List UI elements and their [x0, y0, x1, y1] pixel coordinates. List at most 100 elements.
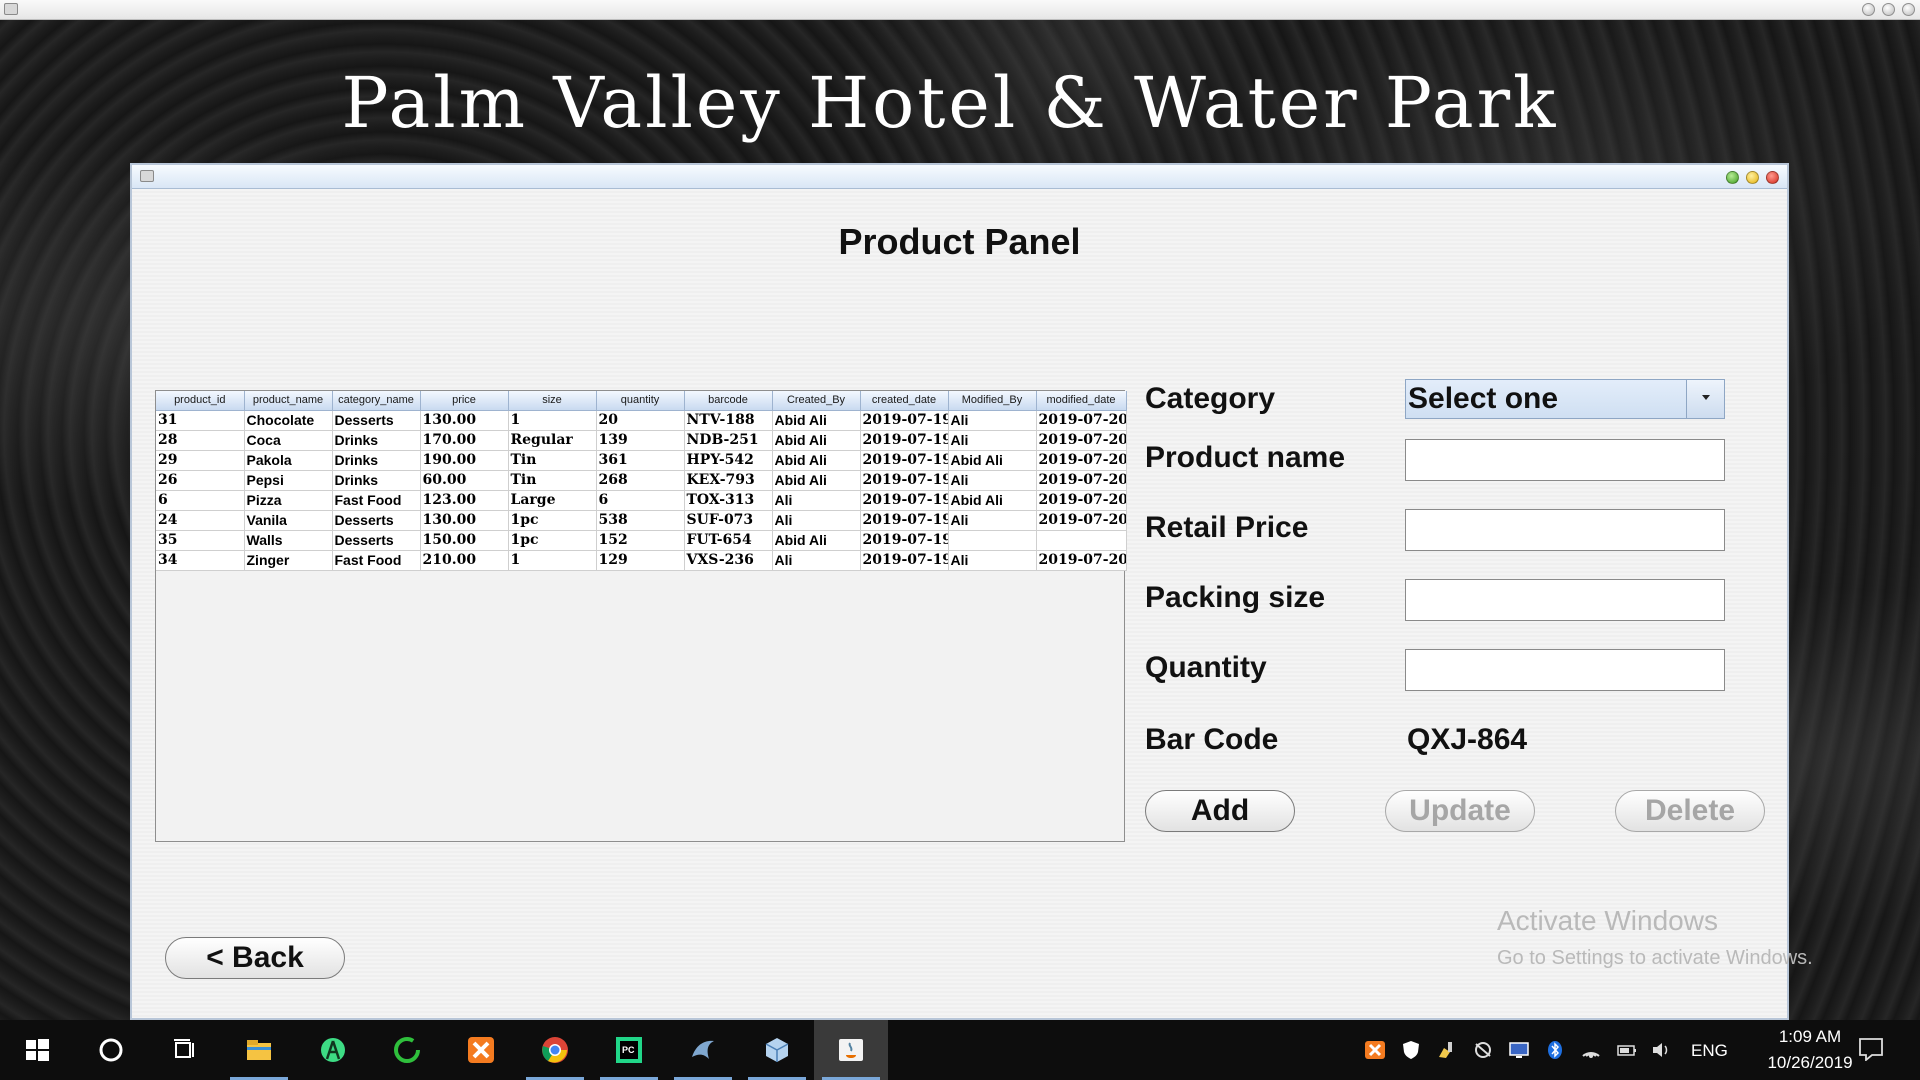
column-header-quantity[interactable]: quantity: [596, 391, 685, 411]
table-cell: 170.00: [420, 430, 509, 451]
table-header-row: product_id product_name category_name pr…: [156, 391, 1127, 411]
cortana-button[interactable]: [74, 1020, 148, 1080]
java-icon: [839, 1039, 863, 1061]
column-header-category-name[interactable]: category_name: [332, 391, 421, 411]
table-cell: NTV-188: [684, 410, 773, 431]
back-button[interactable]: < Back: [165, 937, 345, 979]
table-cell: Desserts: [332, 530, 421, 551]
pycharm-icon: PC: [616, 1037, 642, 1063]
file-explorer-icon: [247, 1040, 271, 1060]
table-cell: Drinks: [332, 430, 421, 451]
table-cell: 35: [156, 530, 245, 551]
android-studio-icon: [321, 1038, 345, 1062]
taskbar-app-file-explorer[interactable]: [222, 1020, 296, 1080]
table-cell: 2019-07-20: [1036, 510, 1127, 531]
category-select[interactable]: Select one: [1405, 379, 1725, 419]
table-cell: Abid Ali: [772, 410, 861, 431]
table-cell: HPY-542: [684, 450, 773, 471]
task-view-button[interactable]: [148, 1020, 222, 1080]
maximize-icon[interactable]: [1882, 3, 1895, 16]
table-row[interactable]: 28 Coca Drinks 170.00 Regular 139 NDB-25…: [156, 430, 1127, 451]
update-button[interactable]: Update: [1385, 790, 1535, 832]
chevron-down-icon[interactable]: [1686, 380, 1724, 418]
taskbar-app-virtualbox[interactable]: [740, 1020, 814, 1080]
table-cell: 190.00: [420, 450, 509, 471]
table-cell: 2019-07-19: [860, 510, 949, 531]
column-header-product-name[interactable]: product_name: [244, 391, 333, 411]
taskbar-app-android-studio[interactable]: [296, 1020, 370, 1080]
column-header-modified-by[interactable]: Modified_By: [948, 391, 1037, 411]
table-cell: Abid Ali: [948, 490, 1037, 511]
shield-icon[interactable]: [1400, 1040, 1422, 1060]
table-cell: 20: [596, 410, 685, 431]
packing-size-field[interactable]: [1405, 579, 1725, 621]
table-cell: Ali: [948, 510, 1037, 531]
taskbar-app-java[interactable]: [814, 1020, 888, 1080]
table-cell: 2019-07-20: [1036, 450, 1127, 471]
column-header-barcode[interactable]: barcode: [684, 391, 773, 411]
table-row[interactable]: 26 Pepsi Drinks 60.00 Tin 268 KEX-793 Ab…: [156, 470, 1127, 491]
wifi-icon[interactable]: [1580, 1040, 1602, 1060]
retail-price-label: Retail Price: [1145, 511, 1309, 544]
start-button[interactable]: [0, 1020, 74, 1080]
battery-icon[interactable]: [1616, 1040, 1638, 1060]
table-cell: Vanila: [244, 510, 333, 531]
delete-button[interactable]: Delete: [1615, 790, 1765, 832]
table-cell: Chocolate: [244, 410, 333, 431]
table-cell: Large: [508, 490, 597, 511]
page-title: Product Panel: [838, 221, 1081, 262]
bluetooth-icon[interactable]: [1544, 1040, 1566, 1060]
table-row[interactable]: 31 Chocolate Desserts 130.00 1 20 NTV-18…: [156, 410, 1127, 431]
notification-icon[interactable]: [1858, 1037, 1884, 1061]
table-cell: 2019-07-19: [860, 450, 949, 471]
taskbar-app-refresh[interactable]: [370, 1020, 444, 1080]
taskbar-app-xampp[interactable]: [444, 1020, 518, 1080]
table-row[interactable]: 6 Pizza Fast Food 123.00 Large 6 TOX-313…: [156, 490, 1127, 511]
java-app-icon: [140, 170, 154, 182]
taskbar-app-chrome[interactable]: [518, 1020, 592, 1080]
table-cell: Desserts: [332, 510, 421, 531]
taskbar-app-mysql-workbench[interactable]: [666, 1020, 740, 1080]
table-cell: 538: [596, 510, 685, 531]
volume-icon[interactable]: [1650, 1040, 1672, 1060]
product-name-field[interactable]: [1405, 439, 1725, 481]
retail-price-field[interactable]: [1405, 509, 1725, 551]
clock-date[interactable]: 10/26/2019: [1755, 1053, 1865, 1073]
column-header-created-date[interactable]: created_date: [860, 391, 949, 411]
table-cell: 24: [156, 510, 245, 531]
table-row[interactable]: 34 Zinger Fast Food 210.00 1 129 VXS-236…: [156, 550, 1127, 571]
table-cell: 34: [156, 550, 245, 571]
taskbar-app-pycharm[interactable]: PC: [592, 1020, 666, 1080]
column-header-price[interactable]: price: [420, 391, 509, 411]
table-row[interactable]: 24 Vanila Desserts 130.00 1pc 538 SUF-07…: [156, 510, 1127, 531]
table-cell: Pizza: [244, 490, 333, 511]
task-view-icon: [174, 1039, 194, 1058]
paint-icon[interactable]: [1436, 1040, 1458, 1060]
column-header-created-by[interactable]: Created_By: [772, 391, 861, 411]
network-offline-icon[interactable]: [1472, 1040, 1494, 1060]
minimize-icon[interactable]: [1862, 3, 1875, 16]
display-icon[interactable]: [1508, 1040, 1530, 1060]
column-header-modified-date[interactable]: modified_date: [1036, 391, 1127, 411]
close-icon[interactable]: [1902, 3, 1915, 16]
add-button[interactable]: Add: [1145, 790, 1295, 832]
column-header-size[interactable]: size: [508, 391, 597, 411]
table-row[interactable]: 35 Walls Desserts 150.00 1pc 152 FUT-654…: [156, 530, 1127, 551]
maximize-icon[interactable]: [1726, 171, 1739, 184]
table-cell: 1: [508, 410, 597, 431]
column-header-product-id[interactable]: product_id: [156, 391, 245, 411]
close-icon[interactable]: [1766, 171, 1779, 184]
table-row[interactable]: 29 Pakola Drinks 190.00 Tin 361 HPY-542 …: [156, 450, 1127, 471]
minimize-icon[interactable]: [1746, 171, 1759, 184]
quantity-field[interactable]: [1405, 649, 1725, 691]
table-cell: 1pc: [508, 510, 597, 531]
xampp-tray-icon[interactable]: [1364, 1040, 1386, 1060]
product-table[interactable]: product_id product_name category_name pr…: [155, 390, 1127, 842]
language-indicator[interactable]: ENG: [1691, 1041, 1728, 1061]
clock-time[interactable]: 1:09 AM: [1755, 1027, 1865, 1047]
table-cell: TOX-313: [684, 490, 773, 511]
table-cell: 6: [156, 490, 245, 511]
table-cell: 31: [156, 410, 245, 431]
hotel-title: Palm Valley Hotel & Water Park: [341, 62, 1559, 144]
table-cell: 2019-07-20: [1036, 470, 1127, 491]
